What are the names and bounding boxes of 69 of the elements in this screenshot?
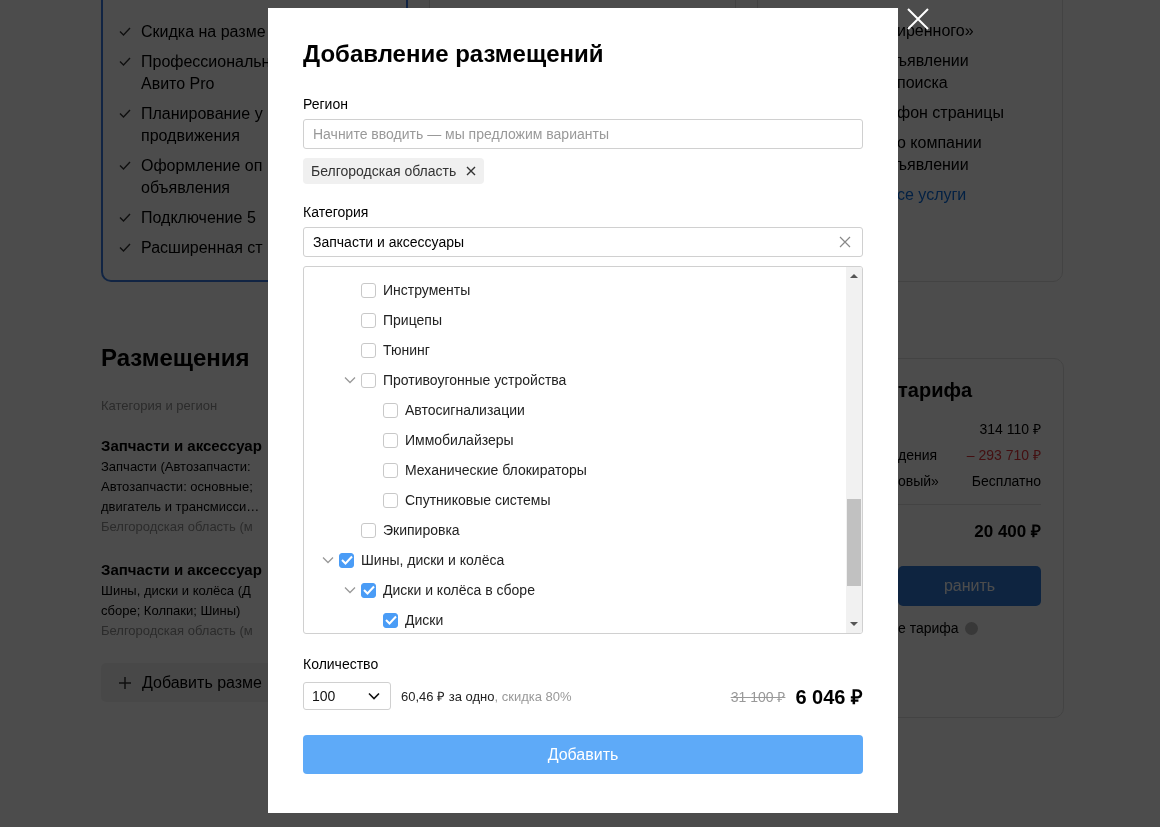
price-per-unit: 60,46 ₽ за одно xyxy=(401,688,495,705)
summary-label: дения xyxy=(898,446,938,465)
feature-text: Подключение 5 xyxy=(141,208,256,228)
checkbox[interactable] xyxy=(383,492,398,508)
checkbox[interactable] xyxy=(383,612,398,628)
category-option[interactable]: Автосигнализации xyxy=(405,402,525,418)
modal-title: Добавление размещений xyxy=(303,39,605,69)
checkbox[interactable] xyxy=(383,432,398,448)
feature-text: Оформление оп объявления xyxy=(141,156,263,198)
category-option[interactable]: Диски xyxy=(405,612,444,628)
quantity-select[interactable]: 100 xyxy=(303,682,391,710)
feature-text: ъявлении поиска xyxy=(897,51,970,93)
category-input[interactable]: Запчасти и аксессуары xyxy=(303,227,863,257)
placement-title: Запчасти и аксессуар xyxy=(101,436,262,456)
clear-icon[interactable] xyxy=(839,236,851,248)
field-label: Категория xyxy=(303,203,370,221)
chevron-icon xyxy=(368,692,380,700)
checkbox[interactable] xyxy=(339,552,354,568)
placement-categories: Запчасти (Автозапчасти: Автозапчасти: основные; двигатель и трансмисси… xyxy=(101,458,260,516)
chevron-icon[interactable] xyxy=(344,586,356,594)
category-option[interactable]: Шины, диски и колёса xyxy=(361,552,505,568)
category-option[interactable]: Диски и колёса в сборе xyxy=(383,582,535,598)
placement-categories: Шины, диски и колёса (Д сборе; Колпаки; Шины) xyxy=(101,582,251,620)
category-option[interactable]: Иммобилайзеры xyxy=(405,432,514,448)
category-option[interactable]: Прицепы xyxy=(383,312,442,328)
section-title: Размещения xyxy=(101,344,250,372)
region-chip[interactable]: Белгородская область xyxy=(303,158,485,184)
total-price: 20 400 ₽ xyxy=(974,522,1041,541)
feature-text: Расширенная ст xyxy=(141,238,263,258)
scroll-up-icon[interactable] xyxy=(850,273,858,279)
total-price: 6 046 ₽ xyxy=(795,684,863,710)
checkbox[interactable] xyxy=(361,312,376,328)
scrollbar-thumb[interactable] xyxy=(847,499,861,586)
category-option[interactable]: Инструменты xyxy=(383,282,471,298)
feature-text: Планирование у продвижения xyxy=(141,104,263,146)
summary-title: тарифа xyxy=(898,379,974,402)
discount-text: , скидка 80% xyxy=(494,688,572,704)
summary-note: е тарифа xyxy=(898,620,959,636)
chevron-icon[interactable] xyxy=(344,376,356,384)
summary-value: – 293 710 ₽ xyxy=(966,446,1041,465)
placement-title: Запчасти и аксессуар xyxy=(101,560,262,580)
feature-text: иренного» xyxy=(897,21,975,41)
checkbox[interactable] xyxy=(361,282,376,298)
scrollbar-track[interactable] xyxy=(846,267,862,633)
checkbox[interactable] xyxy=(383,402,398,418)
scroll-down-icon[interactable] xyxy=(850,621,858,627)
category-option[interactable]: Противоугонные устройства xyxy=(383,372,567,388)
feature-text: Профессиональн Авито Pro xyxy=(141,52,271,94)
summary-value: Бесплатно xyxy=(971,472,1041,491)
summary-value: 314 110 ₽ xyxy=(979,420,1041,439)
checkbox[interactable] xyxy=(361,342,376,358)
feature-text: Скидка на разме xyxy=(141,22,266,42)
category-option[interactable]: Спутниковые системы xyxy=(405,492,551,508)
checkbox[interactable] xyxy=(361,522,376,538)
category-option[interactable]: Механические блокираторы xyxy=(405,462,587,478)
feature-text: о компании ъявлении xyxy=(897,133,983,175)
checkbox[interactable] xyxy=(361,582,376,598)
chevron-icon[interactable] xyxy=(322,556,334,564)
checkbox[interactable] xyxy=(383,462,398,478)
category-option[interactable]: Тюнинг xyxy=(383,342,430,358)
remove-icon[interactable] xyxy=(466,166,477,176)
old-price: 31 100 ₽ xyxy=(730,687,786,706)
region-input[interactable]: Начните вводить — мы предложим варианты xyxy=(303,119,863,149)
feature-text: фон страницы xyxy=(897,103,1005,123)
summary-label: овый» xyxy=(898,472,939,491)
field-label: Количество xyxy=(303,655,380,673)
category-option[interactable]: Экипировка xyxy=(383,522,460,538)
checkbox[interactable] xyxy=(361,372,376,388)
field-label: Регион xyxy=(303,95,349,113)
